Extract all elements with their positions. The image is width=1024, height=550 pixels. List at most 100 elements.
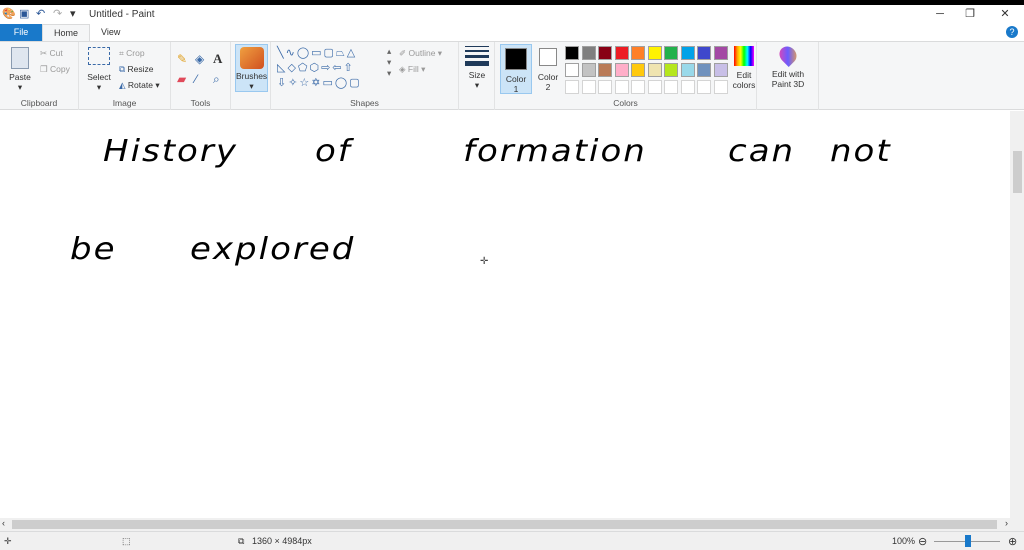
select-label: Select	[87, 72, 111, 82]
outline-button[interactable]: ✐ Outline ▾	[399, 48, 442, 59]
outline-label: Outline	[408, 48, 436, 58]
tools-group: ✎ ◈ A ▰ ⁄ ⌕ Tools	[171, 42, 231, 110]
shapes-gallery[interactable]: ╲∿◯▭▢⏢△ ◺◇⬠⬡⇨⇦⇧ ⇩✧☆✡▭◯▢	[277, 46, 389, 92]
horizontal-scrollbar[interactable]: ‹ ›	[0, 518, 1024, 531]
canvas-size-icon: ⧉	[238, 535, 245, 546]
save-icon[interactable]: ▣	[19, 9, 30, 20]
rotate-label: Rotate	[127, 80, 153, 90]
custom-color-slot[interactable]	[565, 80, 579, 94]
color-swatch[interactable]	[581, 46, 596, 60]
color2-button[interactable]: Color 2	[534, 47, 562, 92]
color-swatch[interactable]	[631, 63, 645, 77]
vertical-scrollbar[interactable]	[1010, 111, 1024, 518]
color-swatch[interactable]	[713, 63, 728, 77]
color-swatch[interactable]	[647, 63, 662, 77]
undo-icon[interactable]: ↶	[36, 9, 47, 20]
rotate-button[interactable]: ◭ Rotate ▾	[119, 80, 160, 91]
help-icon[interactable]: ?	[1006, 26, 1018, 38]
color-swatch[interactable]	[598, 46, 612, 60]
text-icon[interactable]: A	[213, 51, 222, 67]
paste-button[interactable]: Paste ▾	[6, 47, 34, 93]
color-swatch[interactable]	[565, 46, 579, 60]
scroll-right-icon[interactable]: ›	[1005, 518, 1008, 528]
clipboard-group-label: Clipboard	[20, 98, 58, 108]
zoom-out-icon[interactable]: ⊖	[918, 535, 927, 548]
color-swatch[interactable]	[680, 63, 695, 77]
color-swatch[interactable]	[713, 46, 728, 60]
cursor-position-icon: ✛	[4, 535, 12, 546]
crop-label: Crop	[126, 48, 145, 58]
cut-button[interactable]: ✂ Cut	[40, 48, 63, 59]
copy-button[interactable]: ❐ Copy	[40, 64, 70, 75]
resize-button[interactable]: ⧉ Resize	[119, 64, 153, 75]
zoom-slider-thumb[interactable]	[965, 535, 971, 547]
close-button[interactable]: ✕	[990, 5, 1020, 24]
line-width-icon	[465, 46, 489, 66]
edit-colors-button[interactable]: Edit colors	[731, 46, 757, 90]
clipboard-group: Paste ▾ ✂ Cut ❐ Copy Clipboard	[0, 42, 79, 110]
custom-color-slot[interactable]	[581, 80, 596, 94]
fill-button[interactable]: ◈ Fill ▾	[399, 64, 425, 75]
select-button[interactable]: Select ▾	[85, 47, 113, 93]
drawing-canvas[interactable]: History of formation can not be explored…	[0, 111, 1010, 518]
pencil-icon[interactable]: ✎	[177, 52, 187, 66]
brushes-button[interactable]: Brushes ▾	[235, 44, 268, 92]
color1-button[interactable]: Color 1	[500, 44, 532, 94]
scroll-left-icon[interactable]: ‹	[2, 518, 5, 528]
zoom-in-icon[interactable]: ⊕	[1008, 535, 1017, 548]
custom-color-slot[interactable]	[697, 80, 711, 94]
rainbow-icon	[734, 46, 754, 66]
magnifier-icon[interactable]: ⌕	[213, 72, 220, 87]
custom-color-slot[interactable]	[598, 80, 612, 94]
crop-button[interactable]: ⌗ Crop	[119, 48, 145, 59]
color-picker-icon[interactable]: ⁄	[195, 72, 197, 86]
handwritten-word: History	[103, 133, 238, 169]
color2-swatch	[539, 48, 557, 66]
paste-label: Paste	[9, 72, 31, 82]
crop-icon: ⌗	[119, 48, 124, 58]
color-swatch[interactable]	[647, 46, 662, 60]
color-swatch[interactable]	[614, 46, 629, 60]
restore-button[interactable]: ❐	[955, 5, 985, 24]
edit-with-paint3d-button[interactable]: Edit with Paint 3D	[765, 42, 811, 89]
edit-colors-label-1: Edit	[736, 70, 752, 80]
custom-color-slot[interactable]	[631, 80, 645, 94]
custom-color-slot[interactable]	[713, 80, 728, 94]
color-swatch[interactable]	[697, 46, 711, 60]
paint3d-label-1: Edit with	[771, 69, 805, 79]
color-swatch[interactable]	[664, 46, 678, 60]
edit-colors-label-2: colors	[732, 80, 756, 90]
tab-home[interactable]: Home	[42, 24, 91, 41]
color-swatch[interactable]	[565, 63, 579, 77]
paint-app-icon[interactable]: 🎨	[2, 9, 16, 20]
canvas-dimensions: 1360 × 4984px	[252, 536, 312, 546]
color-swatch[interactable]	[680, 46, 695, 60]
color-swatch[interactable]	[581, 63, 596, 77]
custom-color-slot[interactable]	[614, 80, 629, 94]
gallery-scroll-icon[interactable]: ▴ ▾ ▾	[387, 46, 391, 79]
color-swatch[interactable]	[614, 63, 629, 77]
color-swatch[interactable]	[598, 63, 612, 77]
chevron-down-icon: ▾	[17, 82, 23, 92]
tab-file[interactable]: File	[0, 24, 42, 41]
color2-label: Color	[537, 72, 559, 82]
color-swatch[interactable]	[697, 63, 711, 77]
minimize-button[interactable]: ─	[925, 5, 955, 24]
horizontal-scroll-thumb[interactable]	[12, 520, 997, 529]
eraser-icon[interactable]: ▰	[177, 72, 186, 86]
vertical-scroll-thumb[interactable]	[1013, 151, 1022, 193]
clipboard-icon	[11, 47, 29, 69]
custom-color-slot[interactable]	[664, 80, 678, 94]
color1-swatch	[505, 48, 527, 70]
colors-group: Color 1 Color 2 Edit colors Colors	[495, 42, 757, 110]
tab-view[interactable]: View	[90, 24, 131, 41]
color-swatch[interactable]	[631, 46, 645, 60]
redo-icon[interactable]: ↷	[53, 9, 64, 20]
fill-bucket-icon[interactable]: ◈	[195, 52, 204, 66]
custom-color-slot[interactable]	[680, 80, 695, 94]
size-button[interactable]: Size ▾	[464, 46, 490, 91]
custom-color-slot[interactable]	[647, 80, 662, 94]
customize-dropdown-icon[interactable]: ▾	[70, 9, 81, 20]
color-swatch[interactable]	[664, 63, 678, 77]
fill-icon: ◈	[399, 64, 406, 74]
